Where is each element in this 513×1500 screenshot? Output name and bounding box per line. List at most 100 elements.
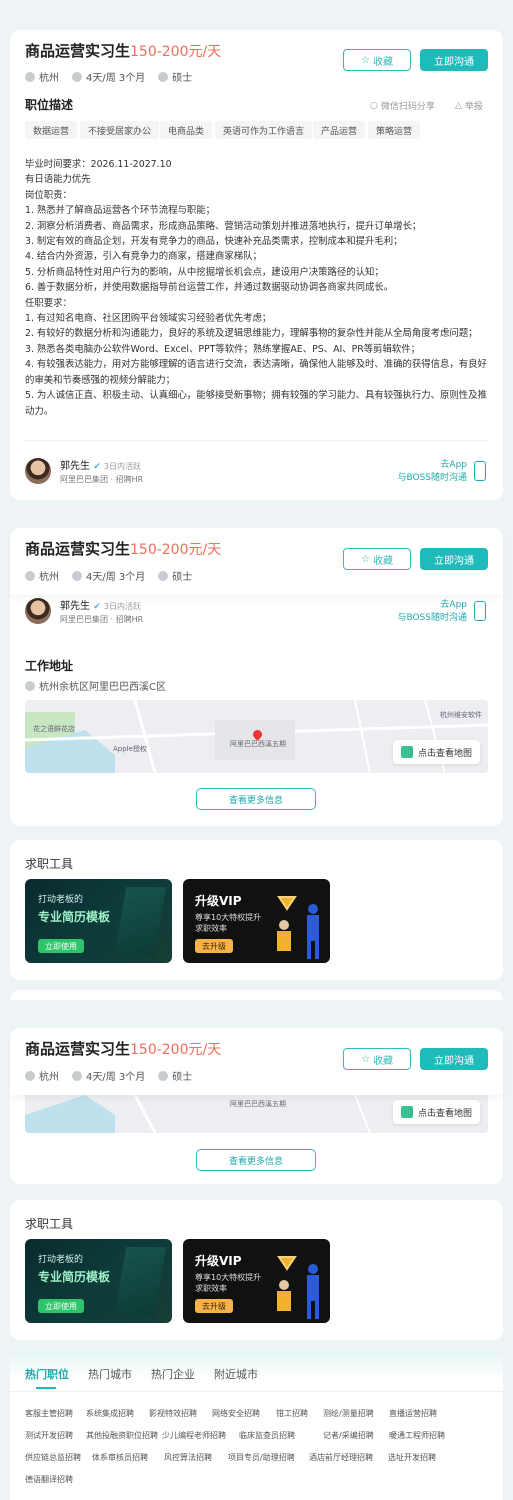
hot-link[interactable]: 客服主管招聘 [25, 1408, 73, 1419]
tools-heading: 求职工具 [25, 1217, 74, 1231]
location-map[interactable]: 花之语鲜花店 Apple授权 阿里巴巴西溪五期 杭州维安软件 点击查看地图 [25, 700, 488, 773]
tab-hot-companies[interactable]: 热门企业 [151, 1366, 195, 1382]
avatar [25, 458, 51, 484]
description-line: 4. 有较强表达能力，用对方能够理解的语言进行交流，表达清晰，确保他人能够及时、… [25, 359, 487, 386]
job-city: 杭州 [39, 1072, 59, 1083]
resume-line1: 打动老板的 [38, 895, 84, 905]
hot-link[interactable]: 测试开发招聘 [25, 1430, 73, 1441]
favorite-button[interactable]: ☆ 收藏 [343, 548, 411, 570]
favorite-button[interactable]: ☆ 收藏 [343, 49, 411, 71]
hot-link[interactable]: 直播运营招聘 [389, 1408, 437, 1419]
hot-link[interactable]: 临床监查员招聘 [239, 1430, 295, 1441]
favorite-label: 收藏 [372, 555, 393, 567]
report-label: 举报 [464, 102, 483, 112]
description-line: 2. 有较好的数据分析和沟通能力，良好的系统及逻辑思维能力，理解事物的复杂性并能… [25, 328, 478, 340]
location-map[interactable]: 阿里巴巴西溪五期 点击查看地图 [25, 1095, 488, 1133]
verified-icon: ✔ [93, 602, 101, 612]
location-address: 杭州余杭区阿里巴巴西溪C区 [25, 678, 166, 693]
calendar-icon [72, 71, 82, 82]
location-icon [25, 570, 35, 581]
resume-use-button[interactable]: 立即使用 [38, 939, 84, 953]
description-line: 5. 为人诚信正直、积极主动、认真细心，能够接受新事物；拥有较强的学习能力、具有… [25, 390, 487, 417]
tab-indicator [36, 1387, 56, 1389]
vip-banner[interactable]: 升级VIP 尊享10大特权提升 求职效率 去升级 [183, 879, 330, 963]
hot-link[interactable]: 钳工招聘 [276, 1408, 308, 1419]
view-map-label: 点击查看地图 [418, 748, 473, 759]
job-salary: 150-200元/天 [130, 1042, 222, 1058]
hot-link[interactable]: 酒店前厅经理招聘 [309, 1452, 373, 1463]
job-city: 杭州 [39, 73, 59, 84]
hot-link[interactable]: 风控算法招聘 [164, 1452, 212, 1463]
tab-hot-cities[interactable]: 热门城市 [88, 1366, 132, 1382]
description-line: 1. 熟悉并了解商品运营各个环节流程与职能； [25, 205, 216, 217]
share-link[interactable]: ○ 微信扫码分享 [370, 99, 435, 113]
view-map-button[interactable]: 点击查看地图 [393, 740, 481, 764]
hot-link[interactable]: 暖通工程师招聘 [389, 1430, 445, 1441]
vip-upgrade-button[interactable]: 去升级 [195, 1299, 233, 1313]
hot-link[interactable]: 网络安全招聘 [212, 1408, 260, 1419]
description-line: 3. 制定有效的商品企划，开发有竞争力的商品，快速补充品类需求，控制成本和提升毛… [25, 236, 403, 248]
chat-now-button[interactable]: 立即沟通 [420, 1048, 488, 1070]
vip-banner[interactable]: 升级VIP 尊享10大特权提升 求职效率 去升级 [183, 1239, 330, 1323]
tab-nearby-cities[interactable]: 附近城市 [214, 1366, 258, 1382]
hot-link[interactable]: 系统集成招聘 [86, 1408, 134, 1419]
phone-icon[interactable] [474, 601, 486, 621]
map-label: 花之语鲜花店 [33, 725, 75, 733]
vip-illustration-icon [277, 896, 319, 959]
more-info-button[interactable]: 查看更多信息 [196, 788, 316, 810]
hot-link[interactable]: 影视特效招聘 [149, 1408, 197, 1419]
report-link[interactable]: △ 举报 [455, 99, 483, 113]
degree-icon [158, 71, 169, 82]
resume-template-banner[interactable]: 打动老板的 专业简历模板 立即使用 [25, 1239, 172, 1323]
description-line: 任职要求： [25, 297, 72, 309]
vip-line1: 尊享10大特权提升 [195, 1273, 262, 1282]
vip-line2: 求职效率 [195, 924, 227, 933]
location-heading: 工作地址 [25, 659, 74, 673]
hot-link[interactable]: 测绘/测量招聘 [323, 1408, 374, 1419]
tools-heading: 求职工具 [25, 857, 74, 871]
job-degree: 硕士 [172, 1072, 193, 1083]
phone-icon[interactable] [474, 461, 486, 481]
hot-link[interactable]: 德语翻译招聘 [25, 1474, 73, 1485]
star-icon: ☆ [361, 1053, 370, 1065]
description-line: 6. 善于数据分析，并使用数据指导前台运营工作，并通过数据驱动协调各商家共同成长… [25, 282, 394, 294]
tag: 不接受居家办公 [80, 121, 160, 139]
chat-now-button[interactable]: 立即沟通 [420, 548, 488, 570]
app-chat-link[interactable]: 去App 与BOSS随时沟通 [390, 459, 467, 485]
recruiter-name: 郭先生 ✔ 3日内活跃 [60, 457, 141, 472]
hot-link[interactable]: 记者/采编招聘 [323, 1430, 374, 1441]
job-salary: 150-200元/天 [130, 44, 222, 60]
job-title: 商品运营实习生 [25, 1040, 131, 1058]
hot-link[interactable]: 项目专员/助理招聘 [228, 1452, 295, 1463]
recruiter-name: 郭先生 ✔ 3日内活跃 [60, 597, 141, 612]
next-card-edge [10, 990, 503, 1000]
hot-link[interactable]: 供应链总监招聘 [25, 1452, 81, 1463]
map-label: 阿里巴巴西溪五期 [230, 740, 286, 748]
avatar [25, 598, 51, 624]
resume-template-banner[interactable]: 打动老板的 专业简历模板 立即使用 [25, 879, 172, 963]
app-chat-link[interactable]: 去App 与BOSS随时沟通 [390, 599, 467, 625]
chat-now-button[interactable]: 立即沟通 [420, 49, 488, 71]
hot-link[interactable]: 体系审核员招聘 [92, 1452, 148, 1463]
favorite-button[interactable]: ☆ 收藏 [343, 1048, 411, 1070]
star-icon: ☆ [361, 54, 370, 66]
hot-link[interactable]: 少儿编程老师招聘 [162, 1430, 226, 1441]
job-schedule: 4天/周 3个月 [86, 73, 146, 84]
description-line: 1. 有过知名电商、社区团购平台领域实习经验者优先考虑； [25, 313, 272, 325]
hot-link[interactable]: 选址开发招聘 [388, 1452, 436, 1463]
vip-upgrade-button[interactable]: 去升级 [195, 939, 233, 953]
tag: 策略运营 [368, 121, 421, 139]
job-schedule: 4天/周 3个月 [86, 572, 146, 583]
resume-line2: 专业简历模板 [38, 910, 111, 924]
hot-link[interactable]: 其他投融资职位招聘 [86, 1430, 158, 1441]
resume-use-button[interactable]: 立即使用 [38, 1299, 84, 1313]
app-line1: 去App [440, 460, 467, 470]
view-map-button[interactable]: 点击查看地图 [393, 1100, 481, 1124]
share-label: 微信扫码分享 [380, 102, 435, 112]
calendar-icon [72, 570, 82, 581]
description-line: 4. 结合内外资源，引入有竞争力的商家，搭建商家梯队； [25, 251, 262, 263]
vip-title: 升级VIP [195, 894, 242, 908]
job-schedule: 4天/周 3个月 [86, 1072, 146, 1083]
more-info-button[interactable]: 查看更多信息 [196, 1149, 316, 1171]
tab-hot-jobs[interactable]: 热门职位 [25, 1366, 69, 1382]
